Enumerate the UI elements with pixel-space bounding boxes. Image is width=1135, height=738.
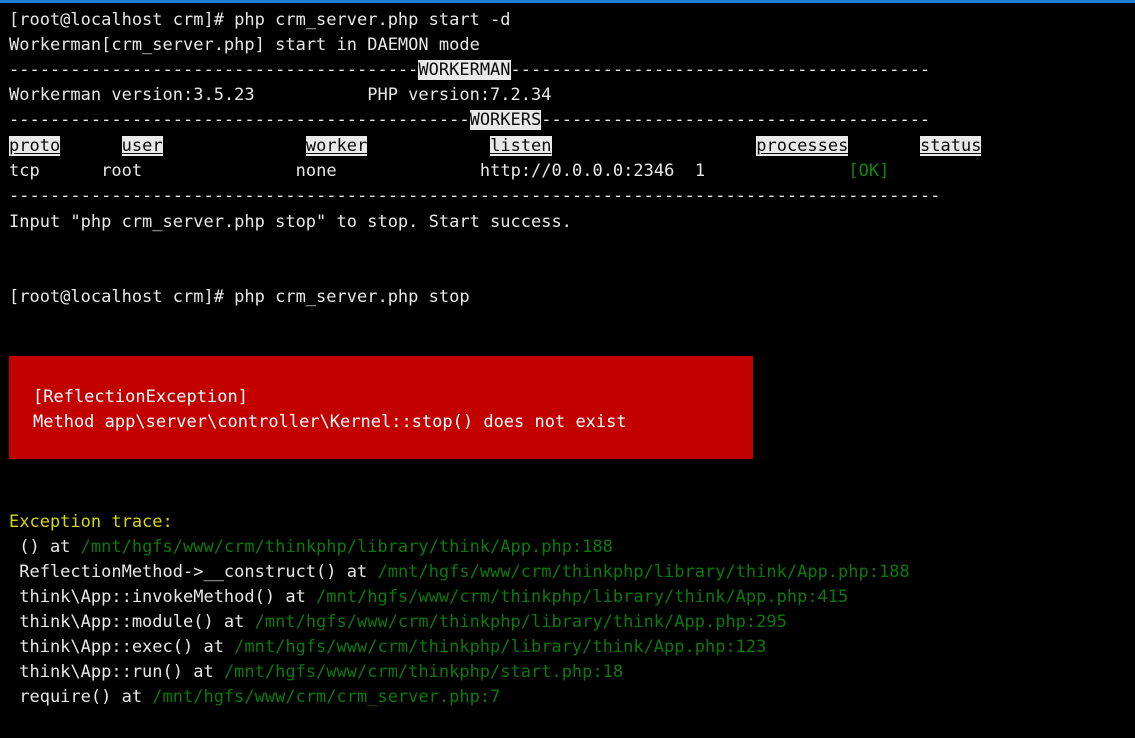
exception-error-box: [ReflectionException] Method app\server\… xyxy=(9,356,753,459)
version-gap xyxy=(255,85,368,105)
cell-proto: tcp xyxy=(9,161,40,181)
workerman-version: Workerman version:3.5.23 xyxy=(9,85,255,105)
hdr-gap-5 xyxy=(848,136,920,156)
cell-worker: none xyxy=(295,161,337,181)
trace-path-3: /mnt/hgfs/www/crm/thinkphp/library/think… xyxy=(254,612,787,632)
trace-call-1: ReflectionMethod->__construct() at xyxy=(9,562,378,582)
cell-gap-1 xyxy=(40,161,101,181)
table-header-proto: proto xyxy=(9,136,61,156)
trace-entry-5: think\App::run() at /mnt/hgfs/www/crm/th… xyxy=(9,660,623,685)
workers-rule-left: ----------------------------------------… xyxy=(9,110,470,130)
trace-entry-3: think\App::module() at /mnt/hgfs/www/crm… xyxy=(9,610,787,635)
start-success-text: Input "php crm_server.php stop" to stop.… xyxy=(9,212,572,232)
version-row: Workerman version:3.5.23 PHP version:7.2… xyxy=(9,83,551,108)
trace-call-3: think\App::module() at xyxy=(9,612,255,632)
hdr-gap-2 xyxy=(163,136,306,156)
terminal-window: [root@localhost crm]# php crm_server.php… xyxy=(0,0,1135,738)
banner-rule-left: ---------------------------------------- xyxy=(9,60,419,80)
trace-call-4: think\App::exec() at xyxy=(9,637,235,657)
start-success-line: Input "php crm_server.php stop" to stop.… xyxy=(9,210,572,235)
table-header-status: status xyxy=(920,136,982,156)
exception-name-line: [ReflectionException] xyxy=(33,385,248,410)
table-header-listen: listen xyxy=(490,136,552,156)
workerman-banner-label: WORKERMAN xyxy=(418,60,511,80)
daemon-mode-text: Workerman[crm_server.php] start in DAEMO… xyxy=(9,35,480,55)
trace-path-4: /mnt/hgfs/www/crm/thinkphp/library/think… xyxy=(234,637,767,657)
table-bottom-rule: ----------------------------------------… xyxy=(9,184,940,209)
trace-entry-0: () at /mnt/hgfs/www/crm/thinkphp/library… xyxy=(9,535,613,560)
table-bottom-rule-text: ----------------------------------------… xyxy=(9,186,941,206)
cell-gap-2 xyxy=(142,161,296,181)
command-line-stop-text: [root@localhost crm]# php crm_server.php… xyxy=(9,287,470,307)
cell-gap-3 xyxy=(337,161,480,181)
cell-processes: 1 xyxy=(694,161,706,181)
php-version: PHP version:7.2.34 xyxy=(367,85,552,105)
table-header-processes: processes xyxy=(756,136,849,156)
trace-call-6: require() at xyxy=(9,687,153,707)
command-line-start: [root@localhost crm]# php crm_server.php… xyxy=(9,8,511,33)
trace-entry-2: think\App::invokeMethod() at /mnt/hgfs/w… xyxy=(9,585,848,610)
banner-rule-right: ----------------------------------------… xyxy=(510,60,931,80)
cell-listen: http://0.0.0.0:2346 xyxy=(479,161,675,181)
hdr-gap-1 xyxy=(60,136,121,156)
worker-table-row: tcp root none http://0.0.0.0:2346 1 [OK] xyxy=(9,159,889,184)
trace-path-6: /mnt/hgfs/www/crm/crm_server.php:7 xyxy=(152,687,501,707)
command-line-start-text: [root@localhost crm]# php crm_server.php… xyxy=(9,10,511,30)
cell-user: root xyxy=(101,161,143,181)
hdr-gap-4 xyxy=(552,136,757,156)
trace-call-5: think\App::run() at xyxy=(9,662,224,682)
table-header-user: user xyxy=(121,136,163,156)
workers-banner-label: WORKERS xyxy=(469,110,542,130)
exception-name-text: [ReflectionException] xyxy=(33,387,248,407)
exception-trace-heading: Exception trace: xyxy=(9,510,173,535)
workers-banner-row: ----------------------------------------… xyxy=(9,108,930,133)
workers-rule-right: -------------------------------------- xyxy=(541,110,931,130)
status-badge-ok: [OK] xyxy=(848,161,890,181)
trace-entry-4: think\App::exec() at /mnt/hgfs/www/crm/t… xyxy=(9,635,766,660)
trace-call-0: () at xyxy=(9,537,81,557)
worker-table-header-row: proto user worker listen processes statu… xyxy=(9,134,982,159)
exception-trace-heading-text: Exception trace: xyxy=(9,512,173,532)
trace-path-0: /mnt/hgfs/www/crm/thinkphp/library/think… xyxy=(80,537,613,557)
command-line-stop: [root@localhost crm]# php crm_server.php… xyxy=(9,285,470,310)
exception-message-text: Method app\server\controller\Kernel::sto… xyxy=(33,412,627,432)
trace-path-1: /mnt/hgfs/www/crm/thinkphp/library/think… xyxy=(377,562,910,582)
trace-entry-6: require() at /mnt/hgfs/www/crm/crm_serve… xyxy=(9,685,500,710)
trace-call-2: think\App::invokeMethod() at xyxy=(9,587,317,607)
exception-message-line: Method app\server\controller\Kernel::sto… xyxy=(33,410,627,435)
trace-path-2: /mnt/hgfs/www/crm/thinkphp/library/think… xyxy=(316,587,849,607)
table-header-worker: worker xyxy=(305,136,368,156)
daemon-mode-line: Workerman[crm_server.php] start in DAEMO… xyxy=(9,33,480,58)
cell-gap-4 xyxy=(674,161,694,181)
terminal-output[interactable]: [root@localhost crm]# php crm_server.php… xyxy=(0,3,1135,738)
workerman-banner-row: ----------------------------------------… xyxy=(9,58,930,83)
trace-entry-1: ReflectionMethod->__construct() at /mnt/… xyxy=(9,560,910,585)
hdr-gap-3 xyxy=(367,136,490,156)
cell-gap-5 xyxy=(705,161,848,181)
trace-path-5: /mnt/hgfs/www/crm/thinkphp/start.php:18 xyxy=(223,662,624,682)
